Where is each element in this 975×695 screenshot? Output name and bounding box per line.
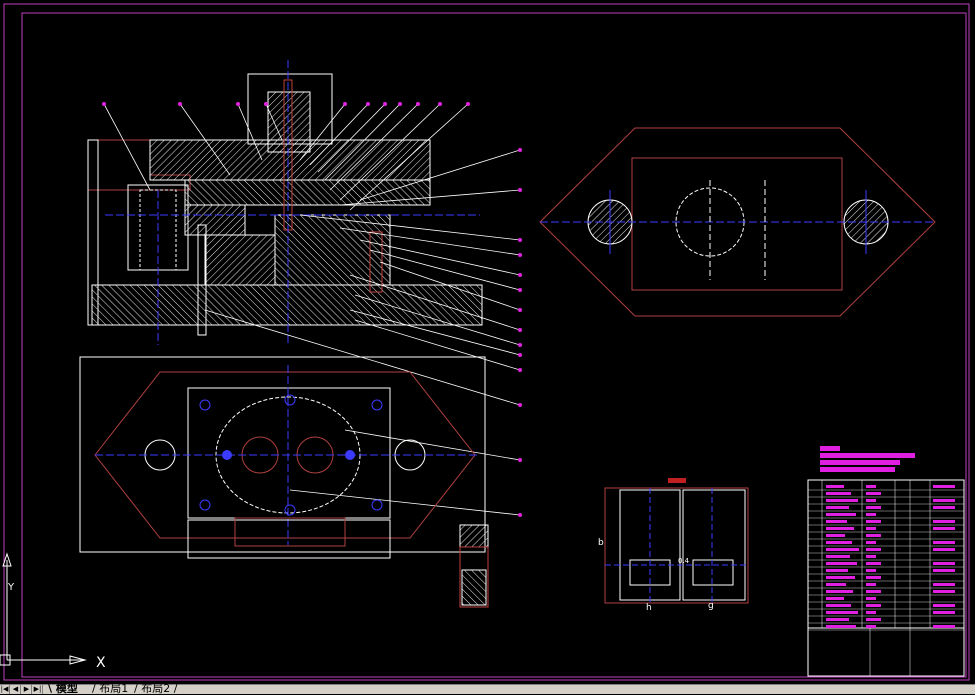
parts-row-material	[866, 611, 876, 614]
parts-row-text	[826, 562, 857, 565]
parts-row-text	[826, 485, 844, 488]
parts-row-text	[826, 597, 844, 600]
tab-layout2[interactable]: / 布局2 /	[134, 683, 177, 695]
parts-row-material	[866, 513, 876, 516]
x-axis-label: X	[96, 655, 106, 671]
detail-view	[459, 524, 489, 608]
parts-row-note	[933, 548, 955, 551]
dimension-h: h	[646, 603, 652, 613]
parts-row-note	[933, 499, 955, 502]
parts-row-text	[826, 527, 854, 530]
parts-row-text	[826, 534, 845, 537]
parts-row-note	[933, 569, 955, 572]
parts-row-material	[866, 569, 876, 572]
parts-row-material	[866, 506, 881, 509]
parts-row-note	[933, 485, 955, 488]
parts-row-material	[866, 548, 881, 551]
parts-row-text	[826, 548, 859, 551]
parts-row-material	[866, 583, 876, 586]
parts-row-material	[866, 499, 876, 502]
parts-row-text	[826, 604, 851, 607]
parts-row-text	[826, 492, 851, 495]
parts-row-text	[826, 506, 849, 509]
parts-row-text	[826, 618, 849, 621]
parts-row-note	[933, 520, 955, 523]
parts-row-note	[933, 625, 955, 628]
tab-layout1[interactable]: / 布局1	[92, 683, 128, 695]
title-block	[807, 446, 965, 677]
parts-row-text	[826, 611, 858, 614]
y-axis-label: Y	[7, 582, 15, 593]
parts-row-note	[933, 541, 955, 544]
parts-row-text	[826, 625, 856, 628]
tolerance-text: 0.4	[678, 557, 690, 565]
parts-row-text	[826, 513, 856, 516]
parts-row-text	[826, 499, 858, 502]
parts-row-material	[866, 527, 876, 530]
parts-row-material	[866, 590, 881, 593]
parts-row-note	[933, 562, 955, 565]
parts-row-text	[826, 576, 855, 579]
dimension-g: g	[708, 601, 714, 611]
parts-row-material	[866, 555, 876, 558]
parts-row-text	[826, 590, 853, 593]
parts-row-note	[933, 604, 955, 607]
parts-row-material	[866, 625, 876, 628]
parts-row-material	[866, 541, 876, 544]
parts-row-material	[866, 492, 881, 495]
parts-row-note	[933, 506, 955, 509]
parts-row-note	[933, 611, 955, 614]
parts-row-note	[933, 583, 955, 586]
inner-frame	[21, 12, 967, 678]
parts-row-text	[826, 520, 847, 523]
parts-list-rows	[808, 485, 964, 631]
parts-row-material	[866, 597, 876, 600]
dimension-b: b	[598, 538, 604, 548]
ucs-icon	[0, 552, 87, 666]
parts-row-material	[866, 604, 881, 607]
parts-row-text	[826, 583, 846, 586]
parts-row-text	[826, 569, 848, 572]
drawing-canvas[interactable]: b h g 0.4 Y X	[0, 0, 975, 685]
top-view	[539, 127, 936, 317]
parts-row-material	[866, 485, 876, 488]
parts-row-note	[933, 590, 955, 593]
parts-row-material	[866, 520, 881, 523]
parts-row-material	[866, 576, 881, 579]
tab-model[interactable]: \ 模型	[48, 683, 78, 695]
parts-row-text	[826, 541, 852, 544]
strip-layout: b h g 0.4	[598, 478, 749, 613]
section-view	[87, 60, 483, 345]
plan-view	[79, 356, 486, 559]
parts-row-note	[933, 527, 955, 530]
parts-row-material	[866, 534, 881, 537]
parts-row-text	[826, 555, 850, 558]
parts-row-material	[866, 562, 881, 565]
parts-row-material	[866, 618, 881, 621]
